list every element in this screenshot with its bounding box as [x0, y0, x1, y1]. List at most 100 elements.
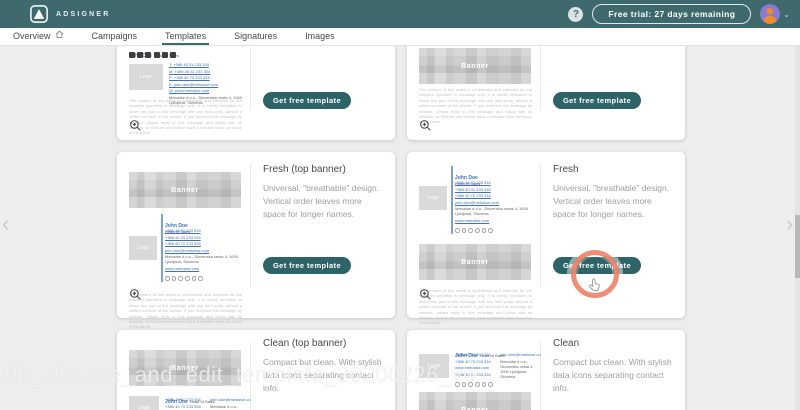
contact-line: +386 40 31 233 334: [455, 372, 496, 377]
brand-name: ADSIGNER: [56, 11, 111, 18]
logo-placeholder: Logo: [419, 354, 449, 378]
contact-line: W: www.metusise.com: [169, 88, 249, 93]
banner-label: Banner: [171, 365, 199, 372]
template-description: Universal, "breathable" design. Vertical…: [263, 182, 385, 222]
banner-placeholder: Banner: [419, 244, 531, 280]
social-icon: [455, 382, 460, 387]
template-card: John DoeHead of Sales Logo +386 40 31 23…: [407, 330, 685, 410]
get-free-template-button[interactable]: Get free template: [263, 92, 351, 109]
logo-placeholder: Logo: [129, 236, 157, 260]
contact-line: +386 40 31 233 334: [455, 352, 496, 357]
social-icon: [462, 382, 467, 387]
social-icon: [192, 276, 197, 281]
signature-rule: [161, 214, 163, 282]
carousel-prev-icon[interactable]: ‹: [2, 213, 9, 235]
logo-placeholder: Logo: [129, 64, 163, 90]
zoom-in-icon[interactable]: [419, 119, 432, 132]
contact-line: +386 40 31 233 334: [165, 397, 206, 402]
tab-signatures[interactable]: Signatures: [231, 28, 280, 45]
social-icon: [475, 228, 480, 233]
template-description: Compact but clean. With stylish data ico…: [263, 356, 385, 396]
contact-line: www.metusise.com: [455, 218, 535, 223]
contact-address: Metusise d.o.o., Slovenska cesta 4, 1000…: [210, 404, 251, 410]
avatar: [760, 4, 780, 24]
signature-disclaimer: The content of this email is confidentia…: [419, 87, 532, 125]
contact-line: T: +386 40 31 233 334: [169, 62, 249, 67]
contact-line: P: +386 40 70 233 334: [169, 75, 249, 80]
contact-line: +386 40 70 233 334: [455, 359, 496, 364]
template-title: Clean: [553, 338, 579, 349]
social-icon: [145, 52, 151, 58]
logo-placeholder: Logo: [419, 186, 447, 210]
contact-lines: +386 40 31 233 334 +386 40 31 233 334 +3…: [455, 180, 535, 223]
zoom-in-icon[interactable]: [129, 288, 142, 301]
social-icon: [475, 382, 480, 387]
social-icon: [468, 228, 473, 233]
social-icon: [488, 228, 493, 233]
tab-overview[interactable]: Overview: [10, 28, 67, 45]
scrollbar-thumb[interactable]: [795, 215, 800, 278]
contact-address: Metusise d.o.o., Slovenska cesta 4, 1000…: [500, 359, 541, 379]
help-button[interactable]: ?: [568, 7, 583, 22]
banner-placeholder: Banner: [129, 172, 241, 208]
contact-line: john.doe@metusise.com: [500, 352, 541, 357]
tab-templates[interactable]: Templates: [162, 28, 209, 45]
get-free-template-button[interactable]: Get free template: [553, 92, 641, 109]
tab-label: Templates: [165, 31, 206, 41]
account-menu[interactable]: ⌄: [760, 4, 790, 24]
contact-line: john.doe@metusise.com: [210, 397, 251, 402]
contact-line: +386 40 31 233 334: [165, 228, 245, 233]
carousel-next-icon[interactable]: ›: [786, 213, 793, 235]
template-card: John DoeHead of Sales Logo T: +386 40 31…: [117, 46, 395, 140]
social-icon: [482, 228, 487, 233]
card-divider: [540, 46, 541, 110]
social-icons: [455, 228, 493, 233]
social-icons: [455, 382, 493, 387]
tab-label: Signatures: [234, 31, 277, 41]
contact-line: +386 40 31 233 334: [455, 180, 535, 185]
get-free-template-button[interactable]: Get free template: [553, 257, 641, 274]
home-icon: [55, 30, 64, 41]
zoom-in-icon[interactable]: [419, 288, 432, 301]
logo-placeholder: Logo: [129, 396, 159, 410]
adsigner-logo-icon: [30, 5, 48, 23]
tab-campaigns[interactable]: Campaigns: [89, 28, 141, 45]
social-icon: [198, 276, 203, 281]
template-card: John Doe Head of Sales Logo +386 40 31 2…: [407, 152, 685, 318]
contact-address: Metusise d.o.o., Slovenska cesta 4, 1000…: [455, 206, 535, 216]
banner-label: Banner: [461, 259, 489, 266]
contact-lines: +386 40 31 233 334 +386 40 70 233 334 ww…: [165, 397, 251, 410]
social-icon: [482, 382, 487, 387]
banner-label: Banner: [171, 187, 199, 194]
social-icon: [488, 382, 493, 387]
signature-disclaimer: The content of this email is confidentia…: [129, 292, 242, 330]
social-icon: [468, 382, 473, 387]
template-card: Banner The content of this email is conf…: [407, 46, 685, 140]
social-icons: [165, 276, 203, 281]
template-gallery: John DoeHead of Sales Logo T: +386 40 31…: [0, 46, 800, 410]
template-description: Compact but clean. With stylish data ico…: [553, 356, 675, 396]
banner-placeholder: Banner: [129, 350, 241, 386]
contact-line: +386 40 70 233 334: [455, 193, 535, 198]
get-free-template-button[interactable]: Get free template: [263, 257, 351, 274]
contact-line: +386 40 70 233 334: [165, 404, 206, 409]
banner-placeholder: Banner: [419, 48, 531, 84]
contact-lines: +386 40 31 233 334 +386 40 31 233 334 +3…: [165, 228, 245, 271]
zoom-in-icon[interactable]: [129, 119, 142, 132]
template-title: Clean (top banner): [263, 338, 346, 349]
app-header: ADSIGNER ? Free trial: 27 days remaining…: [0, 0, 800, 28]
contact-line: john.doe@metusise.com: [455, 200, 535, 205]
social-icon: [462, 228, 467, 233]
contact-line: E: john.doe@metusise.com: [169, 82, 249, 87]
social-icon: [178, 276, 183, 281]
contact-line: john.doe@metusise.com: [165, 248, 245, 253]
contact-line: +386 40 70 233 334: [165, 241, 245, 246]
contact-line: www.metusise.com: [455, 365, 496, 370]
social-icon: [162, 52, 168, 58]
social-icon: [170, 52, 176, 58]
scrollbar-track[interactable]: [795, 46, 800, 410]
chevron-down-icon: ⌄: [783, 10, 790, 19]
tab-images[interactable]: Images: [302, 28, 338, 45]
free-trial-badge[interactable]: Free trial: 27 days remaining: [592, 4, 751, 24]
signature-rule: [451, 166, 453, 234]
